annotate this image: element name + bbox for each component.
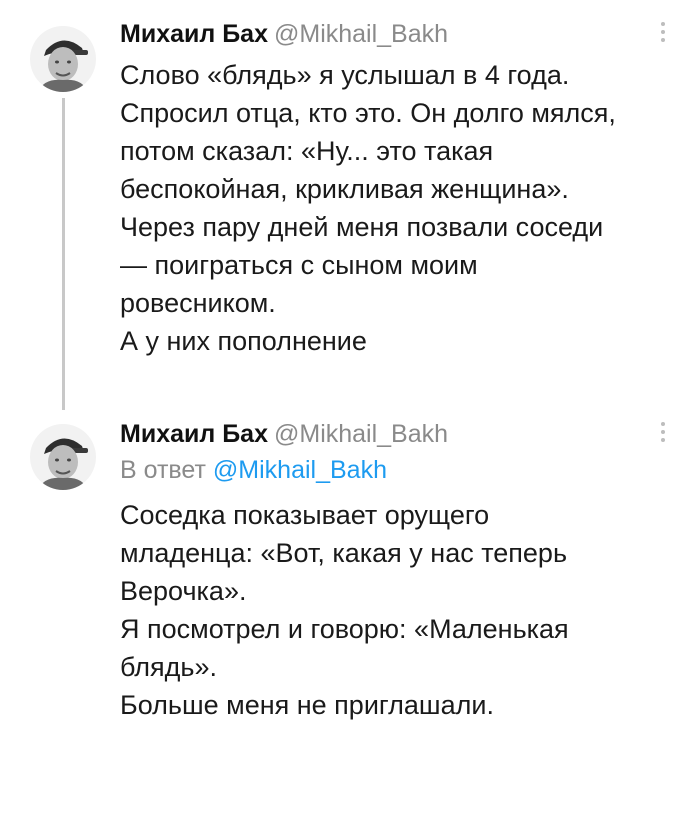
tweet-line: Соседка показывает орущего	[120, 500, 490, 530]
thread-connector-line	[62, 98, 65, 410]
more-options-icon[interactable]	[660, 22, 666, 44]
tweet-line: ровесником.	[120, 288, 276, 318]
tweet-line: беспокойная, крикливая женщина».	[120, 174, 569, 204]
tweet-line: Я посмотрел и говорю: «Маленькая	[120, 614, 569, 644]
tweet-line: младенца: «Вот, какая у нас теперь	[120, 538, 568, 568]
tweet-header: Михаил Бах @Mikhail_Bakh	[120, 418, 448, 450]
author-handle[interactable]: @Mikhail_Bakh	[274, 20, 448, 48]
tweet[interactable]: Михаил Бах @Mikhail_Bakh Слово «блядь» я …	[0, 0, 700, 410]
tweet-header: Михаил Бах @Mikhail_Bakh	[120, 18, 448, 50]
tweet-line: Слово «блядь» я услышал в 4 года.	[120, 60, 570, 90]
author-name[interactable]: Михаил Бах	[120, 420, 268, 448]
author-handle[interactable]: @Mikhail_Bakh	[274, 420, 448, 448]
tweet-line: А у них пополнение	[120, 326, 367, 356]
tweet-line: Спросил отца, кто это. Он долго мялся,	[120, 98, 616, 128]
tweet-line: потом сказал: «Ну... это такая	[120, 136, 494, 166]
reply-to-line: В ответ @Mikhail_Bakh	[120, 454, 387, 486]
reply-prefix: В ответ	[120, 456, 206, 484]
user-avatar[interactable]	[30, 424, 96, 490]
tweet-line: Верочка».	[120, 576, 247, 606]
tweet-text: Слово «блядь» я услышал в 4 года. Спроси…	[120, 56, 680, 360]
tweet-text: Соседка показывает орущего младенца: «Во…	[120, 496, 680, 724]
user-avatar[interactable]	[30, 26, 96, 92]
reply-mention-link[interactable]: @Mikhail_Bakh	[213, 456, 387, 484]
tweet-line: Через пару дней меня позвали соседи	[120, 212, 604, 242]
tweet-line: — поиграться с сыном моим	[120, 250, 478, 280]
tweet-line: Больше меня не приглашали.	[120, 690, 494, 720]
tweet[interactable]: Михаил Бах @Mikhail_Bakh В ответ @Mikhail…	[0, 400, 700, 828]
more-options-icon[interactable]	[660, 422, 666, 444]
author-name[interactable]: Михаил Бах	[120, 20, 268, 48]
tweet-line: блядь».	[120, 652, 217, 682]
